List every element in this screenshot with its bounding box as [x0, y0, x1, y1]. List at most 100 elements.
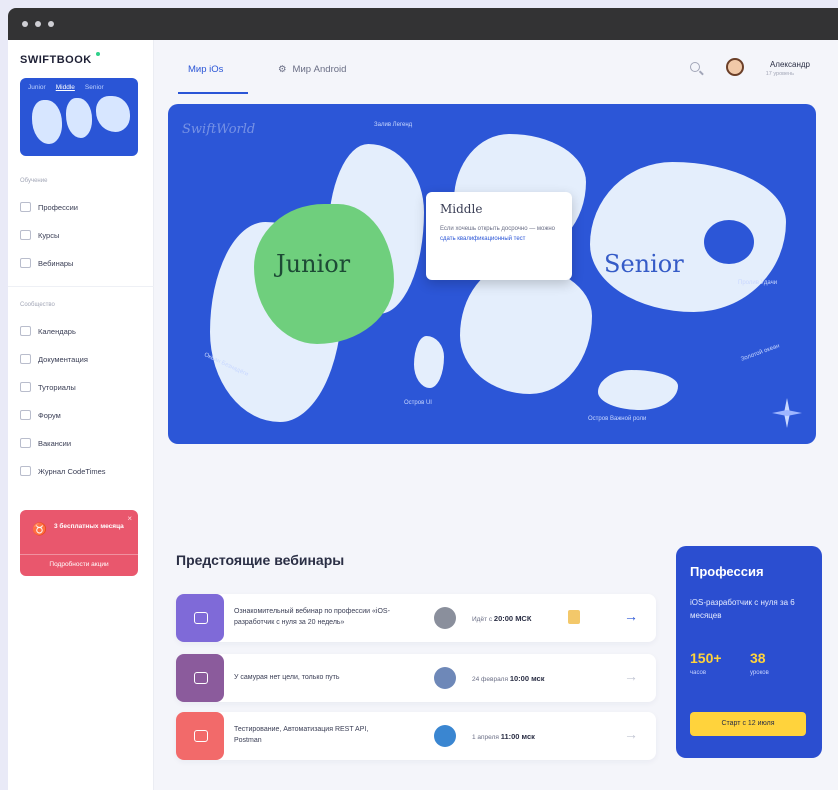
briefcase-icon — [20, 202, 31, 212]
webinar-time: 20:00 МСК — [493, 614, 532, 623]
promo-details-link[interactable]: Подробности акции — [20, 554, 138, 568]
stat-lessons-value: 38 — [750, 650, 766, 666]
sidebar-item-forum[interactable]: Форум — [20, 410, 61, 420]
arrow-right-icon[interactable]: → — [624, 668, 638, 684]
map-island-south[interactable] — [598, 370, 678, 410]
webinar-date-prefix: 24 февраля — [472, 676, 510, 683]
mini-map-island — [66, 98, 92, 138]
sidebar-divider — [8, 286, 154, 287]
section-label-community: Сообщество — [20, 302, 55, 308]
tab-label: Мир Android — [292, 64, 347, 75]
sidebar-item-label: Форум — [38, 410, 61, 420]
sidebar-item-label: Календарь — [38, 326, 76, 336]
arrow-right-icon[interactable]: → — [624, 726, 638, 742]
webinar-row[interactable]: Тестирование, Автоматизация REST API, Po… — [176, 712, 656, 760]
document-icon — [20, 354, 31, 364]
webinar-thumb-icon — [176, 654, 224, 702]
tab-ios[interactable]: Мир iOs — [182, 64, 223, 75]
window-dot-maximize[interactable] — [48, 21, 54, 27]
map-note: Остров Важной роли — [588, 416, 647, 422]
window-titlebar — [8, 8, 838, 40]
promo-text: 3 бесплатных месяца — [54, 523, 124, 530]
map-popup-middle: Middle Если хочешь открыть досрочно — мо… — [426, 192, 572, 280]
mini-map-tab-junior[interactable]: Junior — [28, 84, 46, 91]
map-note: Золотой океан — [740, 343, 781, 363]
video-icon — [20, 258, 31, 268]
arrow-right-icon[interactable]: → — [624, 608, 638, 624]
window-dot-minimize[interactable] — [35, 21, 41, 27]
webinar-title: Тестирование, Автоматизация REST API, Po… — [234, 726, 369, 744]
map-island-small[interactable] — [414, 336, 444, 388]
map-note: Залив Легенд — [374, 122, 413, 128]
sidebar-item-label: Документация — [38, 354, 88, 364]
mini-map-tab-senior[interactable]: Senior — [85, 84, 104, 91]
webinar-row[interactable]: Ознакомительный вебинар по профессии «iO… — [176, 594, 656, 642]
sidebar-item-label: Курсы — [38, 230, 60, 240]
webinar-thumb-icon — [176, 594, 224, 642]
calendar-icon — [20, 326, 31, 336]
webinar-date: 24 февраля 10:00 мск — [472, 674, 544, 683]
promo-card[interactable]: × ♉ 3 бесплатных месяца Подробности акци… — [20, 510, 138, 576]
speaker-avatar — [434, 725, 456, 747]
webinar-date-prefix: Идёт с — [472, 616, 494, 623]
close-icon[interactable]: × — [127, 514, 132, 523]
map-island-senior[interactable] — [590, 162, 786, 312]
bull-icon: ♉ — [32, 522, 47, 536]
sidebar-item-calendar[interactable]: Календарь — [20, 326, 76, 336]
webinar-date: 1 апреля 11:00 мск — [472, 732, 535, 741]
speaker-avatar — [434, 607, 456, 629]
header: Мир iOs ⚙ Мир Android Александр 17 урове… — [154, 40, 838, 96]
start-button[interactable]: Старт с 12 июля — [690, 712, 806, 736]
sidebar: SWIFTBOOK Junior Middle Senior Обучение … — [8, 40, 154, 790]
map-label-junior: Junior — [276, 250, 351, 278]
sidebar-item-journal[interactable]: Журнал CodeTimes — [20, 466, 106, 476]
logo-dot — [96, 52, 100, 56]
webinar-date-prefix: 1 апреля — [472, 734, 501, 741]
sidebar-item-label: Вебинары — [38, 258, 74, 268]
sidebar-item-professions[interactable]: Профессии — [20, 202, 78, 212]
book-icon — [20, 230, 31, 240]
sidebar-item-label: Туториалы — [38, 382, 76, 392]
webinar-row[interactable]: У самурая нет цели, только путь 24 февра… — [176, 654, 656, 702]
mini-map-tabs: Junior Middle Senior — [28, 84, 104, 91]
tab-label: Мир iOs — [188, 64, 224, 75]
webinar-title: Ознакомительный вебинар по профессии «iO… — [234, 608, 390, 626]
stat-lessons-unit: уроков — [750, 670, 769, 676]
sidebar-item-vacancies[interactable]: Вакансии — [20, 438, 71, 448]
sidebar-item-courses[interactable]: Курсы — [20, 230, 59, 240]
tab-android[interactable]: ⚙ Мир Android — [278, 64, 346, 75]
sidebar-item-docs[interactable]: Документация — [20, 354, 88, 364]
stat-hours-value: 150+ — [690, 650, 722, 666]
profession-subtitle: iOS-разработчик с нуля за 6 месяцев — [690, 598, 795, 620]
map-island-middle-south[interactable] — [460, 264, 592, 394]
mini-map[interactable]: Junior Middle Senior — [20, 78, 138, 156]
journal-icon — [20, 466, 31, 476]
mini-map-island — [32, 100, 62, 144]
user-name[interactable]: Александр — [770, 60, 810, 69]
profession-card[interactable]: Профессия iOS-разработчик с нуля за 6 ме… — [676, 546, 822, 758]
sidebar-item-webinars[interactable]: Вебинары — [20, 258, 73, 268]
webinar-time: 11:00 мск — [500, 732, 535, 741]
vacancy-icon — [20, 438, 31, 448]
android-icon: ⚙ — [278, 64, 287, 75]
map-brand: SwiftWorld — [182, 122, 256, 137]
compass-icon — [772, 398, 802, 428]
search-icon[interactable] — [690, 62, 700, 72]
speaker-avatar — [434, 667, 456, 689]
window-dot-close[interactable] — [22, 21, 28, 27]
popup-title: Middle — [440, 202, 483, 216]
map-note: Остров UI — [404, 400, 432, 406]
webinar-thumb-icon — [176, 712, 224, 760]
logo[interactable]: SWIFTBOOK — [20, 54, 92, 66]
mini-map-tab-middle[interactable]: Middle — [56, 84, 75, 91]
world-map[interactable]: SwiftWorld Junior Senior Middle Если хоч… — [168, 104, 816, 444]
webinar-title: У самурая нет цели, только путь — [234, 674, 340, 681]
tutorial-icon — [20, 382, 31, 392]
sidebar-item-tutorials[interactable]: Туториалы — [20, 382, 76, 392]
user-level: 17 уровень — [765, 71, 794, 77]
forum-icon — [20, 410, 31, 420]
avatar[interactable] — [726, 58, 744, 76]
sidebar-item-label: Журнал CodeTimes — [38, 466, 106, 476]
profession-title: Профессия — [690, 564, 764, 579]
popup-test-link[interactable]: сдать квалификационный тест — [440, 236, 525, 242]
